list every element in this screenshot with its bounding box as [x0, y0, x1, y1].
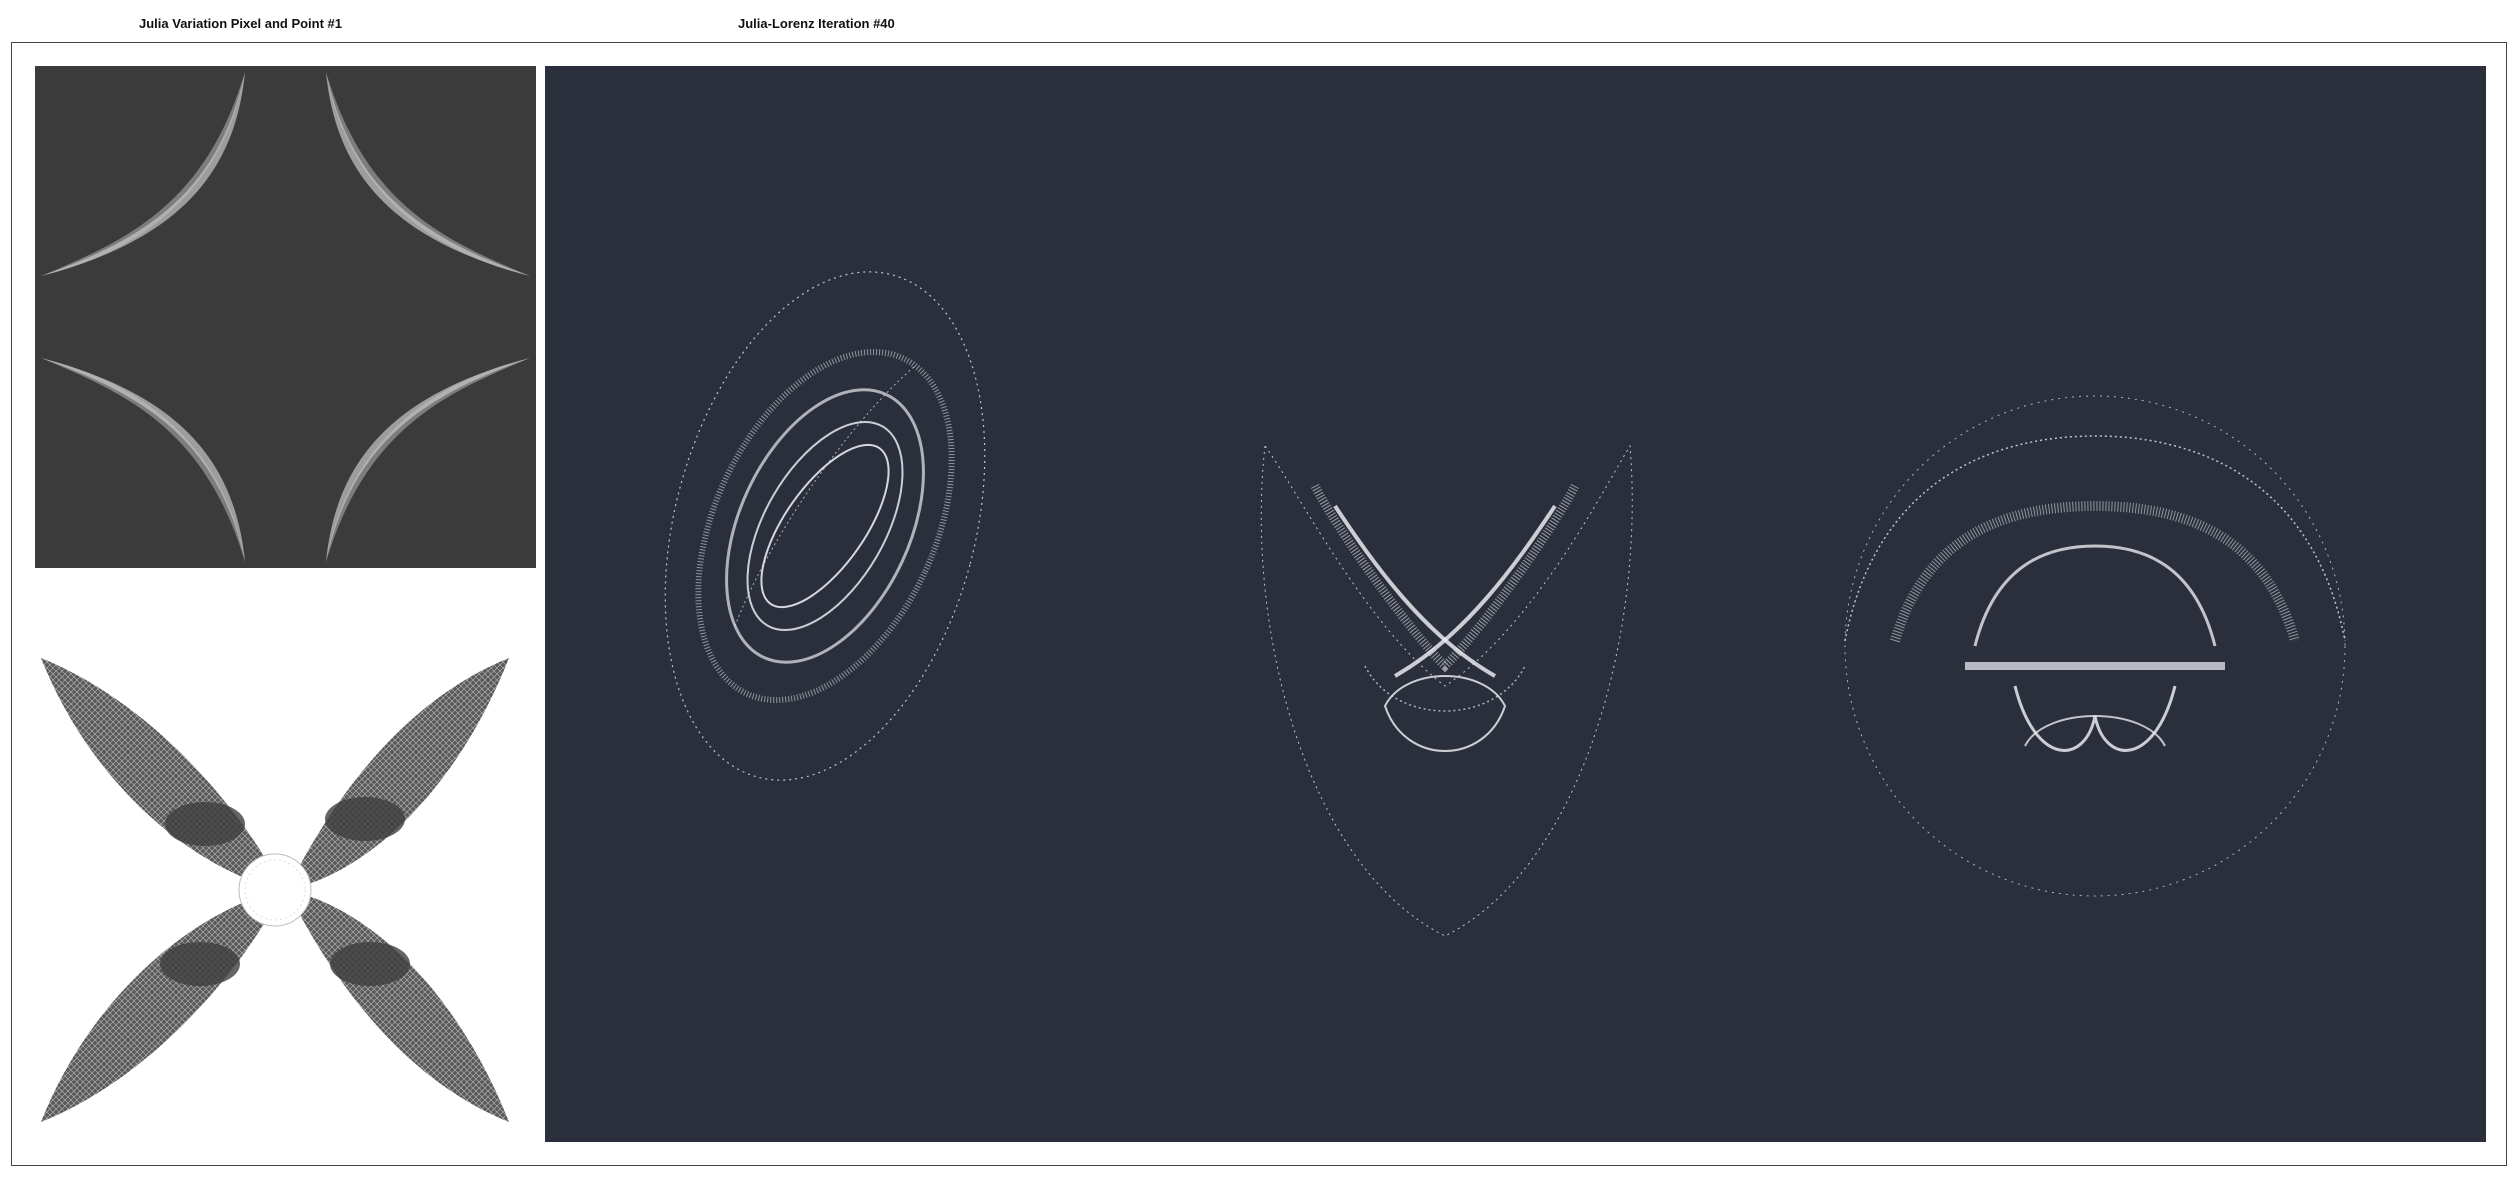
julia-point-canvas [41, 658, 509, 1122]
julia-lorenz-title: Julia-Lorenz Iteration #40 [738, 16, 895, 31]
julia-variation-title: Julia Variation Pixel and Point #1 [139, 16, 343, 31]
julia-lorenz-canvas [545, 66, 2486, 1142]
julia-point-panel [35, 644, 536, 1134]
julia-lorenz-panel [545, 66, 2486, 1142]
julia-pixel-canvas [35, 66, 536, 568]
fractal-viewer-window: Julia Variation Pixel and Point #1 Julia… [0, 0, 2520, 1180]
julia-pixel-panel [35, 66, 536, 568]
